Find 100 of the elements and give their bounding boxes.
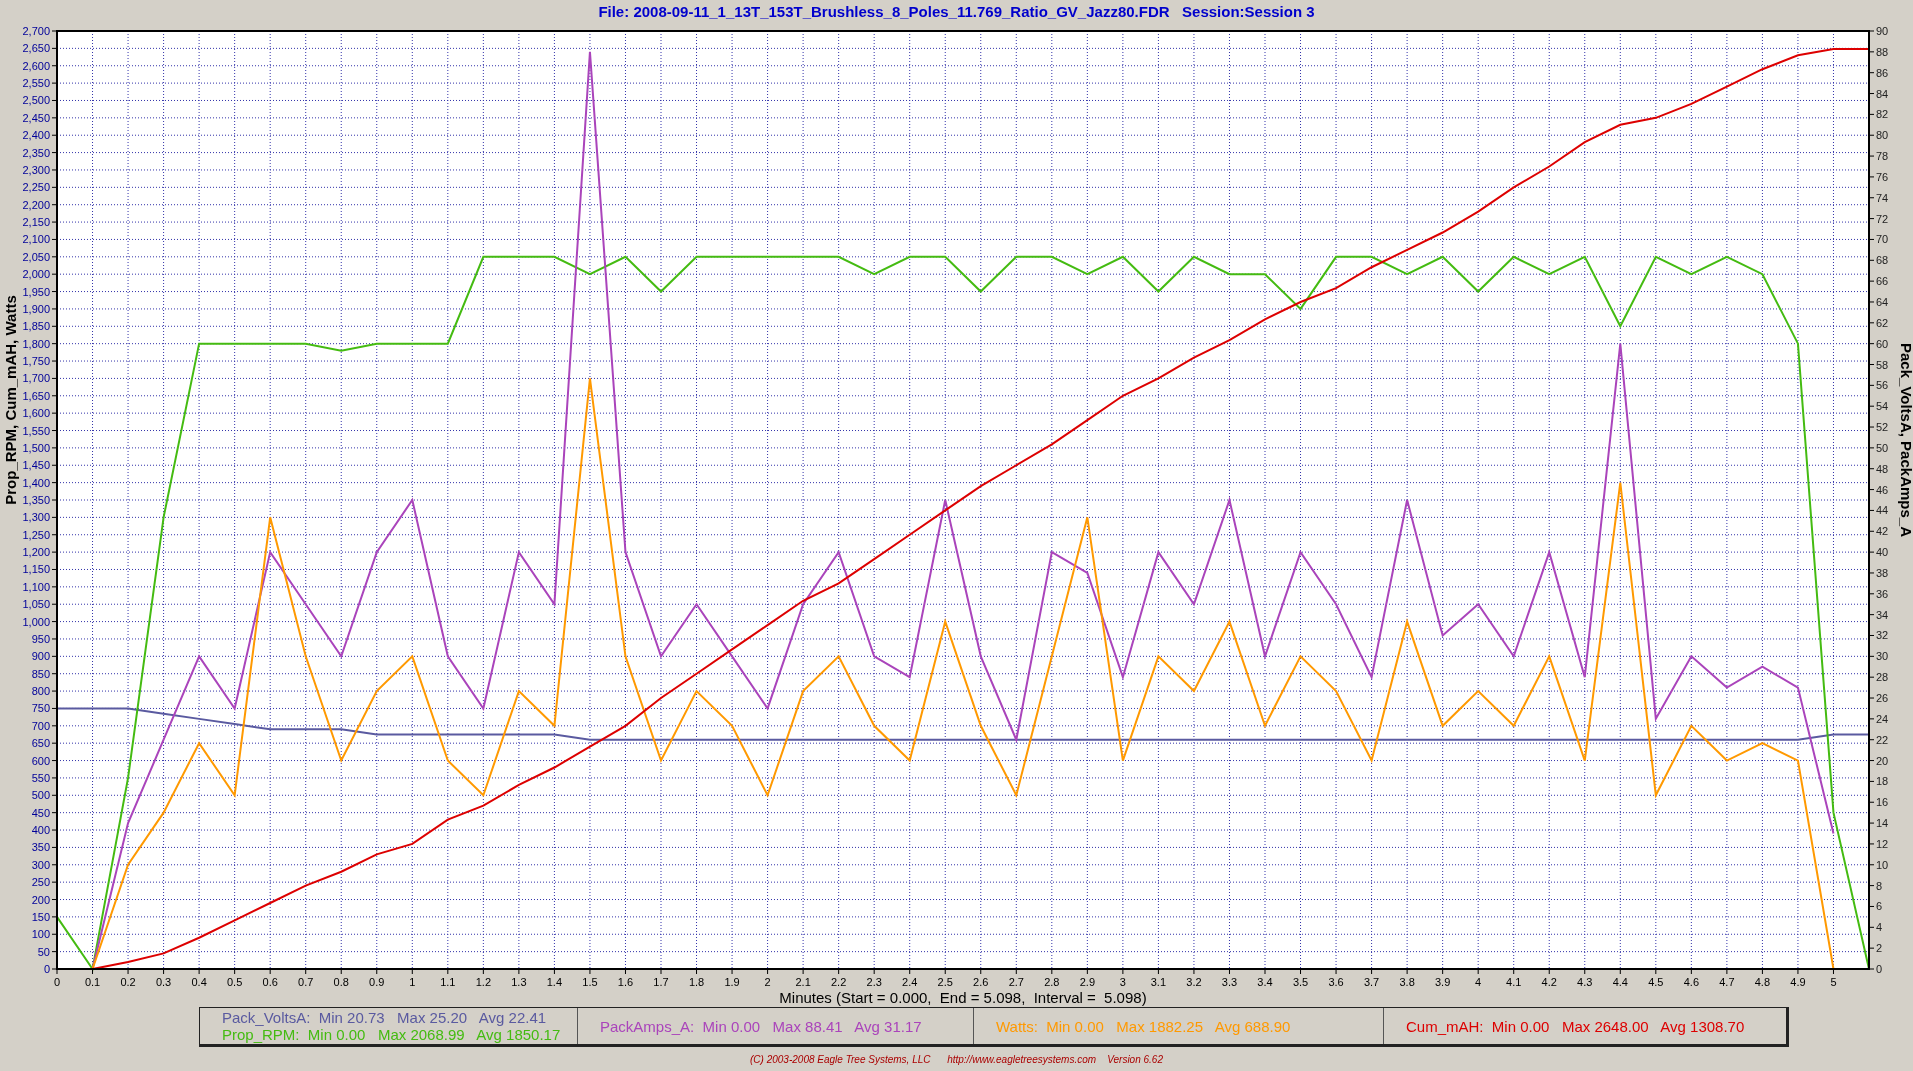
axis-tick-label: 58 — [1876, 358, 1889, 371]
axis-tick-label: 22 — [1876, 733, 1889, 746]
axis-tick-label: 5 — [1830, 976, 1837, 988]
axis-tick-label: 0 — [1876, 963, 1883, 975]
axis-tick-label: 700 — [31, 719, 50, 732]
axis-tick-label: 2,500 — [22, 94, 50, 107]
axis-tick-label: 3 — [1119, 976, 1126, 988]
axis-tick-label: 1,700 — [22, 372, 50, 385]
axis-tick-label: 2,400 — [22, 129, 50, 142]
axis-tick-label: 48 — [1876, 462, 1889, 475]
axis-tick-label: 2 — [1876, 942, 1883, 955]
axis-tick-label: 500 — [31, 789, 50, 802]
axis-tick-label: 3.8 — [1399, 976, 1415, 988]
axis-tick-label: 1,400 — [22, 476, 50, 489]
axis-tick-label: 250 — [31, 876, 50, 889]
axis-tick-label: 2,550 — [22, 77, 50, 90]
axis-tick-label: 6 — [1876, 900, 1883, 913]
axis-tick-label: 0 — [43, 963, 50, 975]
axis-tick-label: 1,000 — [22, 615, 50, 628]
axis-tick-label: 3.2 — [1186, 976, 1202, 988]
axis-tick-label: 2,700 — [22, 25, 50, 37]
axis-tick-label: 2.8 — [1044, 976, 1060, 988]
axis-tick-label: 50 — [1876, 441, 1889, 454]
axis-tick-label: 40 — [1876, 546, 1889, 559]
axis-tick-label: 1,550 — [22, 424, 50, 437]
axis-tick-label: 2,650 — [22, 42, 50, 55]
axis-tick-label: 2,600 — [22, 59, 50, 72]
axis-tick-label: 2,200 — [22, 198, 50, 211]
copyright-text: (C) 2003-2008 Eagle Tree Systems, LLC http://www.eagletreesystems.com Version 6.62 — [750, 1053, 1163, 1065]
axis-tick-label: 46 — [1876, 483, 1889, 496]
axis-tick-label: 4.9 — [1790, 976, 1806, 988]
axis-tick-label: 1 — [409, 976, 416, 988]
axis-tick-label: 3.3 — [1221, 976, 1238, 988]
axis-tick-label: 1,350 — [22, 494, 50, 506]
axis-tick-label: 1.2 — [475, 976, 491, 988]
axis-tick-label: 1,150 — [22, 563, 50, 576]
axis-tick-label: 1,600 — [22, 407, 50, 420]
axis-tick-label: 4.8 — [1754, 976, 1771, 988]
axis-tick-label: 1,800 — [22, 337, 50, 350]
axis-tick-label: 2.3 — [866, 976, 882, 988]
axis-tick-label: 2.1 — [795, 976, 811, 988]
axis-tick-label: 650 — [31, 737, 50, 750]
legend-entry: Watts: Min 0.00 Max 1882.25 Avg 688.90 — [996, 1017, 1292, 1035]
axis-tick-label: 2,150 — [22, 216, 50, 229]
axis-tick-label: 0.7 — [298, 976, 314, 988]
axis-tick-label: 1,200 — [22, 546, 50, 559]
axis-tick-label: 1.8 — [688, 976, 705, 988]
axis-tick-label: 66 — [1876, 275, 1889, 288]
axis-tick-label: 3.7 — [1363, 976, 1380, 988]
axis-tick-label: 1.4 — [546, 976, 563, 988]
axis-tick-label: 2,050 — [22, 250, 50, 263]
axis-tick-label: 52 — [1876, 421, 1889, 434]
axis-tick-label: 0.5 — [227, 976, 243, 988]
axis-tick-label: 68 — [1876, 254, 1889, 267]
x-axis-title: Minutes (Start = 0.000, End = 5.098, Interval = 5.098) — [779, 989, 1147, 1006]
axis-tick-label: 1,950 — [22, 285, 50, 298]
axis-tick-label: 3.1 — [1150, 976, 1167, 988]
axis-tick-label: 150 — [31, 910, 50, 923]
axis-tick-label: 2.5 — [937, 976, 953, 988]
axis-tick-label: 8 — [1876, 879, 1883, 892]
axis-tick-label: 2,100 — [22, 233, 50, 246]
y-axis-title: Pack_VoltsA, PackAmps_A — [1898, 343, 1913, 537]
y-axis-title: Prop_RPM, Cum_mAH, Watts — [2, 295, 19, 505]
axis-tick-label: 14 — [1876, 817, 1889, 830]
axis-tick-label: 4.1 — [1506, 976, 1522, 988]
axis-tick-label: 0.3 — [155, 976, 172, 988]
axis-tick-label: 100 — [31, 928, 50, 941]
axis-tick-label: 2.7 — [1008, 976, 1024, 988]
axis-tick-label: 550 — [31, 771, 50, 784]
axis-tick-label: 28 — [1876, 671, 1889, 684]
axis-tick-label: 1.5 — [582, 976, 598, 988]
axis-tick-label: 750 — [31, 702, 50, 715]
axis-tick-label: 42 — [1876, 525, 1889, 538]
axis-tick-label: 1,250 — [22, 528, 50, 541]
axis-tick-label: 86 — [1876, 66, 1889, 79]
axis-tick-label: 400 — [31, 824, 50, 837]
axis-tick-label: 34 — [1876, 608, 1889, 621]
axis-tick-label: 60 — [1876, 337, 1889, 350]
axis-tick-label: 30 — [1876, 650, 1889, 663]
axis-tick-label: 54 — [1876, 400, 1889, 413]
axis-tick-label: 900 — [31, 650, 50, 663]
axis-tick-label: 2.6 — [973, 976, 989, 988]
axis-tick-label: 4.7 — [1719, 976, 1735, 988]
axis-tick-label: 0.9 — [369, 976, 385, 988]
axis-tick-label: 36 — [1876, 587, 1889, 600]
axis-tick-label: 1.6 — [617, 976, 634, 988]
axis-tick-label: 350 — [31, 841, 50, 854]
axis-tick-label: 0.2 — [120, 976, 136, 988]
axis-tick-label: 0.1 — [84, 976, 101, 988]
axis-tick-label: 70 — [1876, 233, 1889, 246]
axis-tick-label: 4.4 — [1612, 976, 1628, 988]
axis-tick-label: 78 — [1876, 150, 1889, 163]
axis-tick-label: 38 — [1876, 566, 1889, 579]
axis-tick-label: 3.6 — [1328, 976, 1344, 988]
axis-tick-label: 2,250 — [22, 181, 50, 194]
axis-tick-label: 1,750 — [22, 355, 50, 368]
axis-tick-label: 0 — [53, 976, 61, 988]
axis-tick-label: 2.9 — [1079, 976, 1095, 988]
axis-tick-label: 1,300 — [22, 511, 50, 524]
axis-tick-label: 2 — [764, 976, 771, 988]
